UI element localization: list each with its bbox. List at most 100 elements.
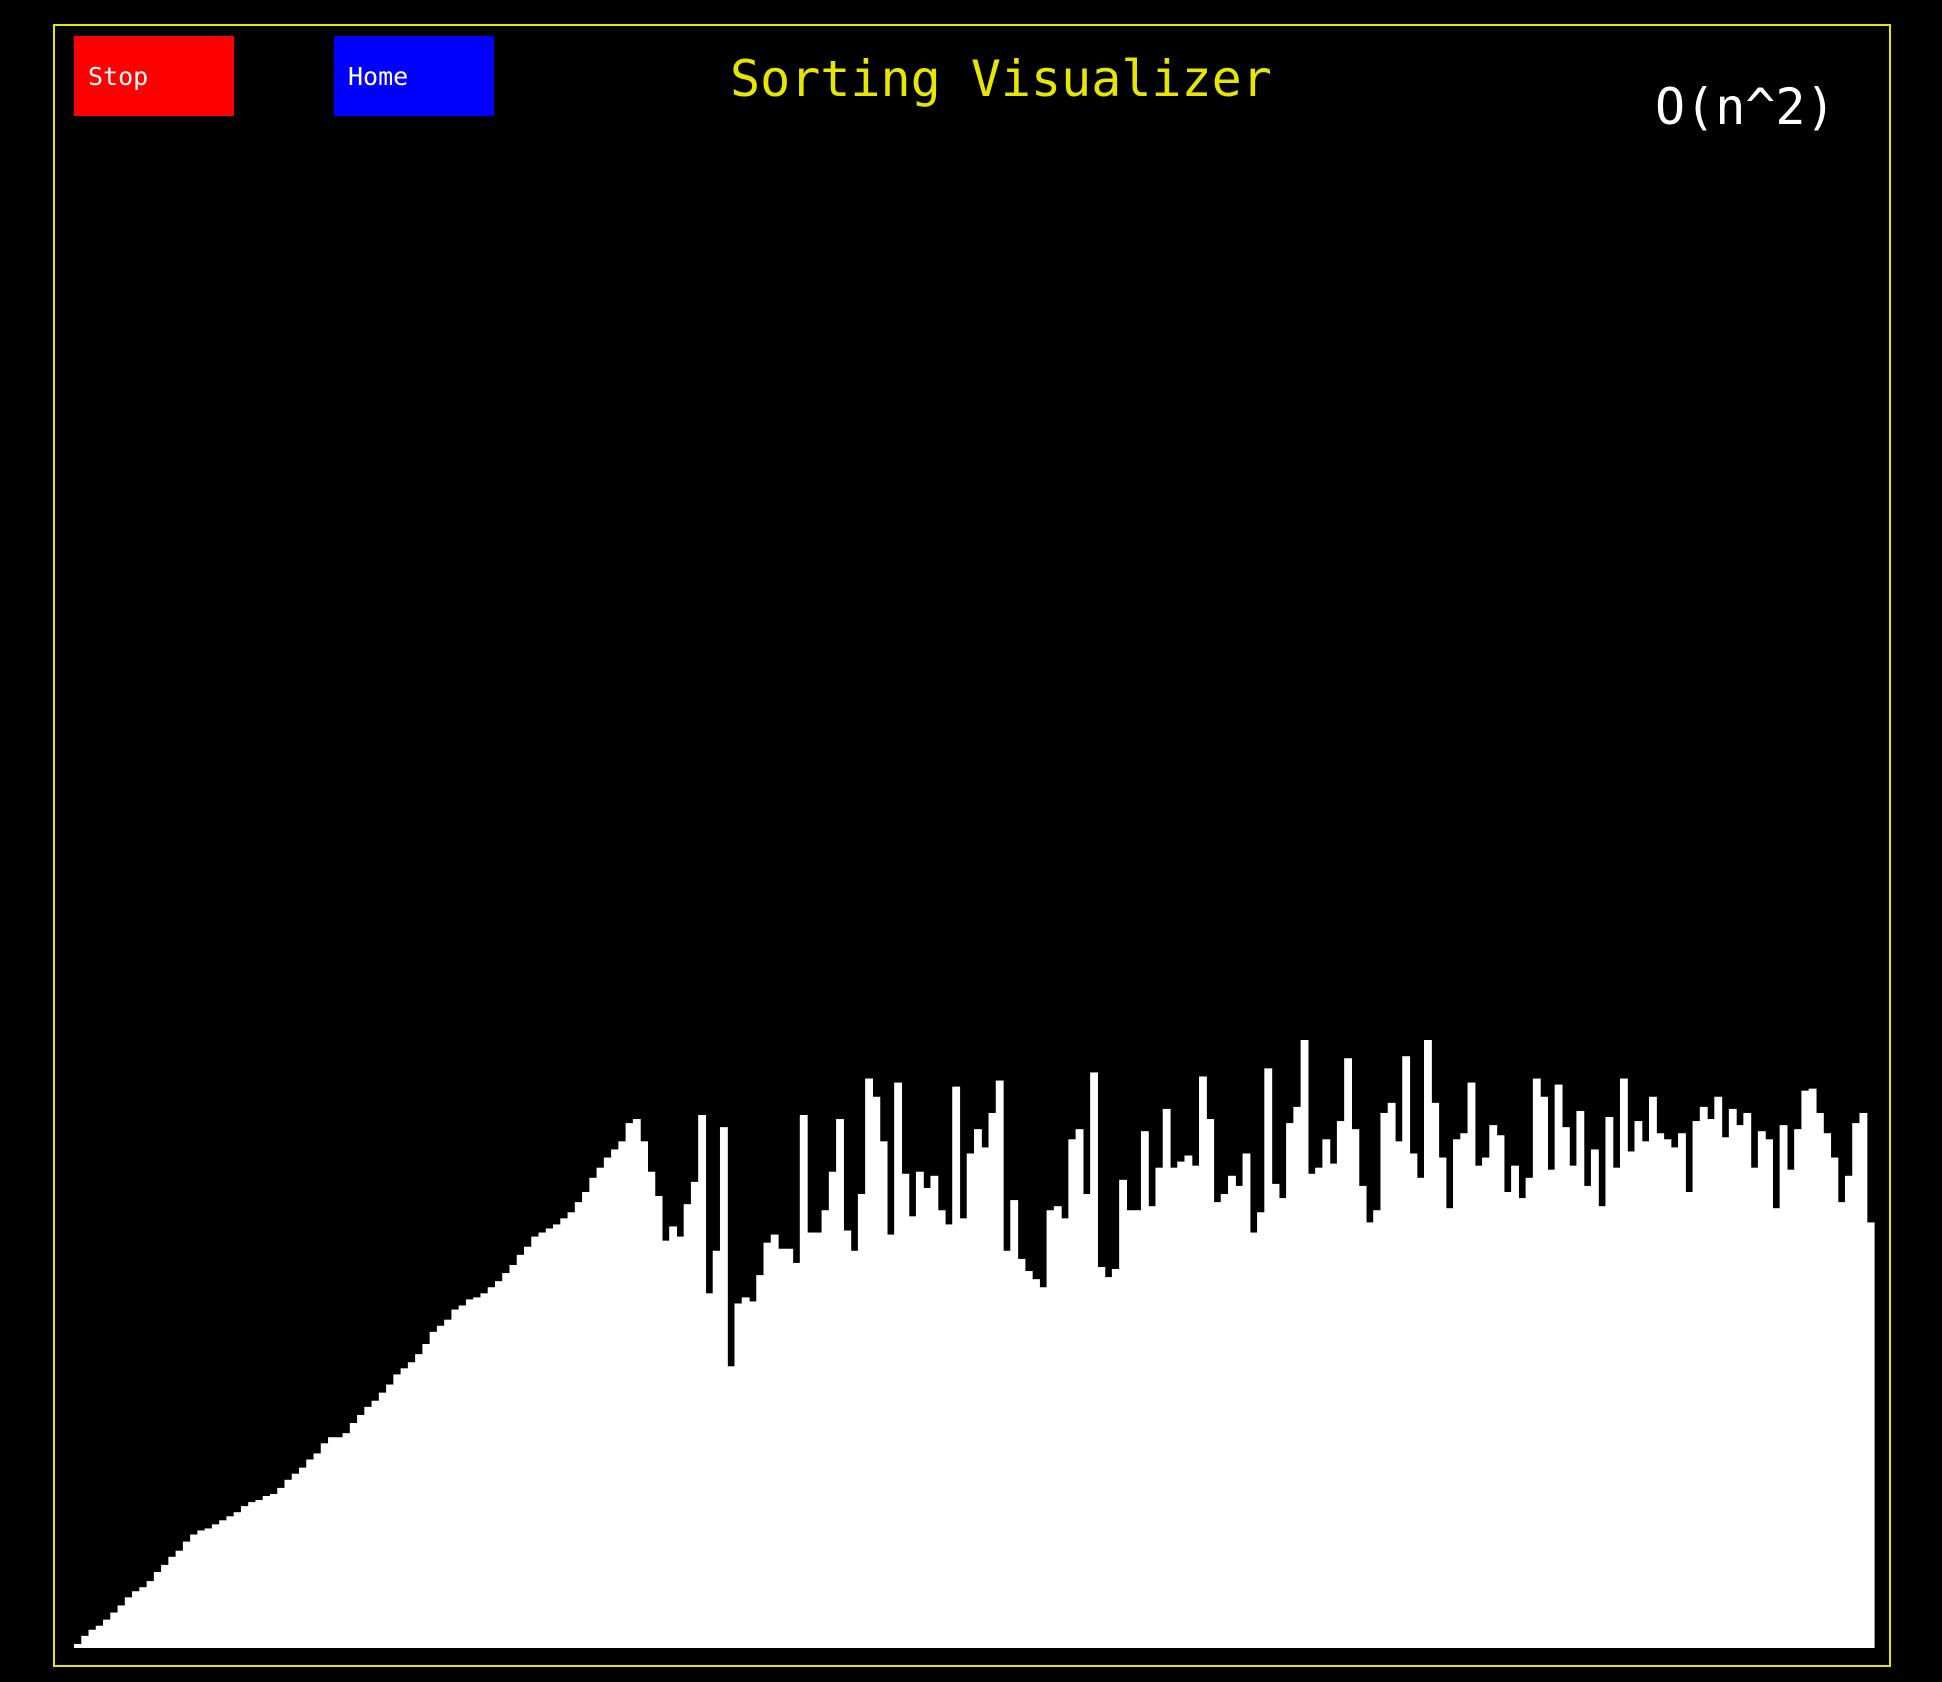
array-bar bbox=[393, 1374, 402, 1648]
array-bar bbox=[473, 1297, 482, 1648]
bar-chart bbox=[74, 1040, 1875, 1648]
array-bar bbox=[349, 1423, 358, 1648]
array-bar bbox=[1525, 1177, 1534, 1648]
array-bar bbox=[1779, 1125, 1788, 1648]
array-bar bbox=[444, 1319, 453, 1648]
array-bar bbox=[139, 1587, 148, 1648]
array-bar bbox=[1837, 1202, 1846, 1648]
array-bar bbox=[509, 1264, 518, 1648]
array-bar bbox=[516, 1254, 525, 1648]
array-bar bbox=[1554, 1084, 1563, 1648]
array-bar bbox=[1032, 1279, 1040, 1648]
array-bar bbox=[400, 1368, 409, 1648]
array-bar bbox=[1387, 1102, 1396, 1648]
array-bar bbox=[1699, 1106, 1708, 1648]
array-bar bbox=[1322, 1139, 1331, 1648]
array-bar bbox=[1003, 1250, 1011, 1648]
array-bar bbox=[407, 1362, 416, 1648]
array-bar bbox=[1474, 1165, 1483, 1648]
array-bar bbox=[1605, 1117, 1614, 1648]
array-bar bbox=[357, 1414, 365, 1648]
array-bar bbox=[219, 1520, 228, 1648]
array-bar bbox=[233, 1512, 242, 1648]
array-bar bbox=[828, 1171, 837, 1648]
array-bar bbox=[952, 1086, 961, 1648]
array-bar bbox=[182, 1541, 191, 1648]
array-bar bbox=[1438, 1157, 1447, 1648]
array-bar bbox=[1736, 1125, 1744, 1648]
array-bar bbox=[1692, 1121, 1701, 1648]
array-bar bbox=[908, 1216, 917, 1648]
array-bar bbox=[284, 1479, 293, 1648]
array-bar bbox=[727, 1366, 736, 1648]
array-bar bbox=[1148, 1206, 1157, 1648]
array-bar bbox=[153, 1572, 162, 1648]
array-bar bbox=[596, 1167, 605, 1648]
array-bar bbox=[770, 1234, 779, 1648]
array-bar bbox=[1728, 1108, 1737, 1648]
array-bar bbox=[1242, 1153, 1251, 1648]
array-bar bbox=[937, 1210, 946, 1648]
array-bar bbox=[1707, 1119, 1715, 1648]
array-bar bbox=[1569, 1165, 1578, 1648]
array-bar bbox=[240, 1506, 249, 1648]
array-bar bbox=[763, 1242, 772, 1648]
array-bar bbox=[1576, 1110, 1585, 1648]
array-bar bbox=[647, 1171, 656, 1648]
array-bar bbox=[146, 1581, 155, 1648]
array-bar bbox=[255, 1500, 264, 1648]
array-bar bbox=[1293, 1106, 1302, 1648]
array-bar bbox=[197, 1530, 206, 1648]
array-bar bbox=[1431, 1102, 1440, 1648]
array-bar bbox=[1496, 1135, 1505, 1648]
array-bar bbox=[1649, 1096, 1657, 1648]
array-bar bbox=[1402, 1056, 1411, 1648]
array-bar bbox=[705, 1293, 714, 1648]
array-bar bbox=[1039, 1287, 1048, 1648]
array-bar bbox=[553, 1224, 561, 1648]
array-bar bbox=[1177, 1161, 1186, 1648]
array-bar bbox=[1249, 1232, 1258, 1648]
array-bar bbox=[589, 1177, 598, 1648]
array-bar bbox=[1307, 1173, 1316, 1648]
array-bar bbox=[560, 1218, 569, 1648]
array-bar bbox=[1220, 1194, 1229, 1648]
array-bar bbox=[211, 1524, 220, 1648]
array-bar bbox=[342, 1433, 351, 1648]
array-bar bbox=[698, 1114, 707, 1648]
array-bar bbox=[654, 1196, 663, 1648]
array-bar bbox=[582, 1192, 590, 1648]
array-bar bbox=[313, 1453, 322, 1648]
array-bar bbox=[1257, 1212, 1265, 1648]
array-bar bbox=[386, 1384, 394, 1648]
array-bar bbox=[364, 1406, 373, 1648]
array-bar bbox=[1300, 1040, 1309, 1648]
array-bar bbox=[1344, 1058, 1353, 1648]
array-bar bbox=[88, 1629, 97, 1648]
array-bar bbox=[676, 1236, 685, 1648]
array-bar bbox=[1119, 1179, 1128, 1648]
array-bar bbox=[1772, 1208, 1781, 1648]
array-bar bbox=[1424, 1040, 1432, 1648]
array-bar bbox=[901, 1173, 910, 1648]
array-bar bbox=[538, 1232, 547, 1648]
array-bar bbox=[269, 1493, 278, 1648]
array-bar bbox=[1750, 1167, 1759, 1648]
array-bar bbox=[749, 1301, 757, 1648]
sorting-visualizer-window: Stop Home Sorting Visualizer O(n^2) bbox=[0, 0, 1942, 1682]
array-bar bbox=[124, 1597, 133, 1648]
array-bar bbox=[132, 1591, 140, 1648]
array-bar bbox=[1140, 1131, 1149, 1648]
array-bar bbox=[204, 1528, 213, 1648]
array-bar bbox=[603, 1157, 612, 1648]
array-bar bbox=[1765, 1139, 1773, 1648]
array-bar bbox=[1590, 1149, 1599, 1648]
array-bar bbox=[1416, 1177, 1425, 1648]
array-bar bbox=[894, 1082, 903, 1648]
array-bar bbox=[190, 1534, 198, 1648]
array-bar bbox=[1678, 1133, 1686, 1648]
array-bar bbox=[959, 1218, 968, 1648]
array-bar bbox=[1184, 1155, 1193, 1648]
array-bar bbox=[1503, 1192, 1512, 1648]
array-bar bbox=[1336, 1121, 1345, 1648]
